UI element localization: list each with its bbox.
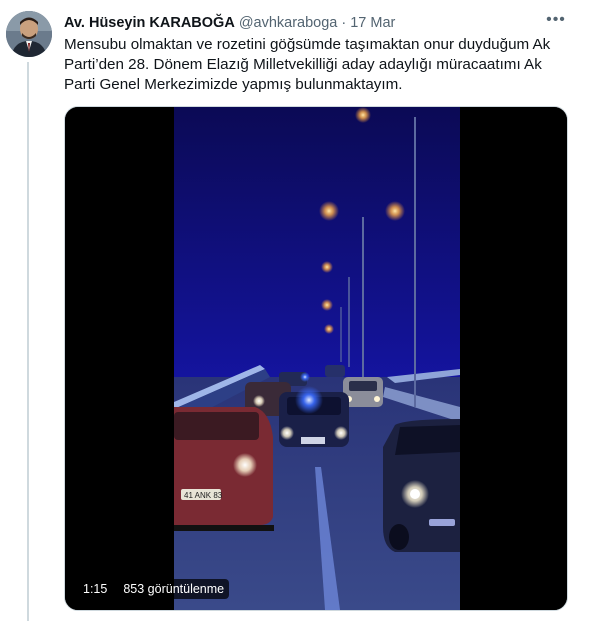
tweet-text-line: Mensubu olmaktan ve rozetini göğsümde ta… — [64, 36, 551, 53]
tweet-header: Av. Hüseyin KARABOĞA @avhkaraboga · 17 M… — [64, 13, 569, 33]
tweet-text: Mensubu olmaktan ve rozetini göğsümde ta… — [64, 35, 564, 95]
thread-connector-line — [27, 62, 29, 621]
tweet-date[interactable]: 17 Mar — [350, 15, 395, 31]
more-options-icon[interactable]: ••• — [545, 12, 567, 30]
avatar[interactable] — [6, 11, 52, 57]
video-duration-badge: 1:15 — [78, 579, 113, 599]
author-name[interactable]: Av. Hüseyin KARABOĞA — [64, 15, 235, 31]
tweet-text-line: Parti’den 28. Dönem Elazığ Milletvekilli… — [64, 56, 542, 73]
tweet-text-line: Parti Genel Merkezimizde yapmış bulunmak… — [64, 76, 403, 93]
author-handle[interactable]: @avhkaraboga — [239, 15, 338, 31]
video-player[interactable]: 41 ANK 83 — [64, 106, 568, 611]
separator-dot: · — [341, 15, 347, 31]
video-frame: 41 ANK 83 — [65, 107, 567, 610]
license-plate: 41 ANK 83 — [184, 491, 223, 500]
tweet[interactable]: Av. Hüseyin KARABOĞA @avhkaraboga · 17 M… — [0, 0, 589, 621]
avatar-portrait — [6, 11, 52, 57]
view-count-badge: 853 görüntülenme — [118, 579, 230, 599]
video-badges: 1:15 853 görüntülenme — [78, 579, 230, 599]
